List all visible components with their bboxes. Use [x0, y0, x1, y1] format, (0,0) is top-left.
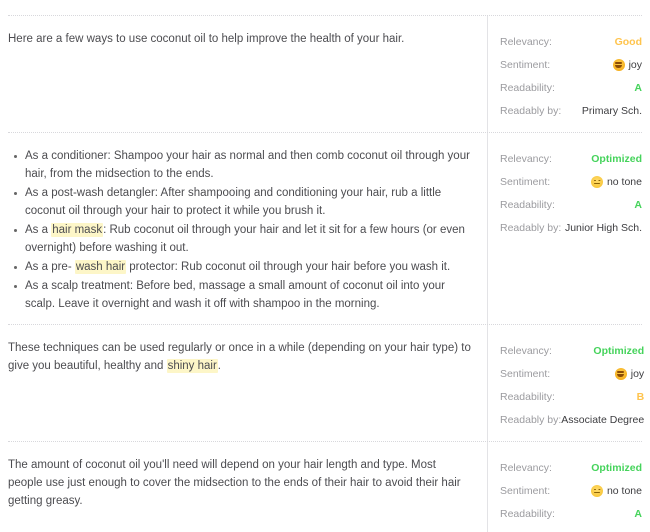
metric-row-relevancy: Relevancy: Optimized — [488, 456, 642, 479]
metric-row-sentiment: Sentiment: joy — [488, 53, 642, 76]
metrics-panel: Relevancy: Optimized Sentiment: no tone Read… — [487, 442, 650, 532]
list-item: As a hair mask: Rub coconut oil through … — [14, 221, 473, 257]
metric-label-readably-by: Readably by: — [500, 104, 562, 117]
metric-label-readability: Readability: — [500, 507, 555, 520]
metric-value-text-sentiment: joy — [628, 58, 642, 71]
analysis-block: The amount of coconut oil you'll need wi… — [0, 442, 650, 532]
metrics-panel: Relevancy: Optimized Sentiment: joy Readabil… — [487, 325, 650, 441]
analysis-block: As a conditioner: Shampoo your hair as n… — [0, 133, 650, 324]
metric-label-relevancy: Relevancy: — [500, 152, 552, 165]
metric-row-readably-by: Readably by:Junior High Sch. — [488, 525, 642, 532]
metric-value-text-sentiment: joy — [630, 367, 645, 380]
metric-label-readability: Readability: — [500, 390, 555, 403]
neutral-face-icon — [590, 175, 603, 188]
metric-label-sentiment: Sentiment: — [500, 58, 551, 71]
list-item: As a scalp treatment: Before bed, massag… — [14, 277, 473, 313]
neutral-face-icon — [590, 484, 603, 497]
block-text-content[interactable]: The amount of coconut oil you'll need wi… — [0, 442, 487, 532]
content-analysis-panel: Here are a few ways to use coconut oil t… — [0, 0, 650, 532]
metric-value-relevancy: Optimized — [591, 152, 642, 165]
metric-value-readability: A — [634, 198, 642, 211]
analysis-block: These techniques can be used regularly o… — [0, 325, 650, 441]
analysis-block: Here are a few ways to use coconut oil t… — [0, 16, 650, 132]
block-text-content[interactable]: These techniques can be used regularly o… — [0, 325, 487, 431]
metric-label-readability: Readability: — [500, 81, 555, 94]
metric-value-sentiment: joy — [612, 58, 642, 71]
metric-value-readability: A — [634, 81, 642, 94]
metric-value-sentiment: joy — [614, 367, 645, 380]
metric-row-readably-by: Readably by: Primary Sch. — [488, 99, 642, 122]
metric-label-relevancy: Relevancy: — [500, 344, 552, 357]
list-item: As a conditioner: Shampoo your hair as n… — [14, 147, 473, 183]
highlighted-phrase[interactable]: hair mask — [51, 223, 104, 237]
metric-value-sentiment: no tone — [590, 484, 642, 497]
metric-label-sentiment: Sentiment: — [500, 175, 551, 188]
joy-face-icon — [614, 367, 627, 380]
metric-row-relevancy: Relevancy: Good — [488, 30, 642, 53]
metric-row-sentiment: Sentiment: joy — [488, 362, 644, 385]
metric-row-readability: Readability: A — [488, 193, 642, 216]
metrics-panel: Relevancy: Optimized Sentiment: no tone Read… — [487, 133, 650, 324]
metric-row-readably-by: Readably by:Junior High Sch. — [488, 216, 642, 239]
paragraph-text: These techniques can be used regularly o… — [8, 342, 471, 373]
block-text-content[interactable]: As a conditioner: Shampoo your hair as n… — [0, 133, 487, 324]
metric-value-relevancy: Good — [614, 35, 642, 48]
paragraph-text: The amount of coconut oil you'll need wi… — [8, 459, 461, 507]
metric-row-sentiment: Sentiment: no tone — [488, 170, 642, 193]
metric-label-sentiment: Sentiment: — [500, 484, 551, 497]
metric-value-readability: B — [636, 390, 645, 403]
metric-row-relevancy: Relevancy: Optimized — [488, 339, 644, 362]
metric-label-sentiment: Sentiment: — [500, 367, 551, 380]
metric-value-relevancy: Optimized — [593, 344, 645, 357]
metric-label-relevancy: Relevancy: — [500, 461, 552, 474]
list-item: As a post-wash detangler: After shampooi… — [14, 184, 473, 220]
metric-label-readably-by: Readably by: — [500, 413, 562, 426]
analysis-blocks: Here are a few ways to use coconut oil t… — [0, 16, 650, 532]
metric-value-readability: A — [634, 507, 642, 520]
highlighted-phrase[interactable]: wash hair — [74, 260, 127, 274]
metric-label-relevancy: Relevancy: — [500, 35, 552, 48]
highlighted-phrase[interactable]: shiny hair — [166, 359, 218, 373]
bullet-list: As a conditioner: Shampoo your hair as n… — [8, 147, 473, 313]
paragraph-text: Here are a few ways to use coconut oil t… — [8, 33, 405, 45]
metric-value-text-sentiment: no tone — [606, 175, 642, 188]
metric-value-relevancy: Optimized — [591, 461, 642, 474]
metrics-panel: Relevancy: Good Sentiment: joy Readability: A… — [487, 16, 650, 132]
metric-row-relevancy: Relevancy: Optimized — [488, 147, 642, 170]
metric-label-readability: Readability: — [500, 198, 555, 211]
top-spacer — [0, 0, 650, 15]
metric-label-readably-by: Readably by: — [500, 221, 562, 234]
metric-value-readably-by: Associate Degree — [561, 413, 645, 426]
metric-value-text-sentiment: no tone — [606, 484, 642, 497]
joy-face-icon — [612, 58, 625, 71]
metric-row-readably-by: Readably by: Associate Degree — [488, 408, 644, 431]
metric-value-readably-by: Junior High Sch. — [564, 221, 642, 234]
metric-row-readability: Readability: A — [488, 76, 642, 99]
metric-row-sentiment: Sentiment: no tone — [488, 479, 642, 502]
metric-value-readably-by: Primary Sch. — [581, 104, 642, 117]
metric-value-sentiment: no tone — [590, 175, 642, 188]
metric-row-readability: Readability: A — [488, 502, 642, 525]
block-text-content[interactable]: Here are a few ways to use coconut oil t… — [0, 16, 487, 120]
metric-row-readability: Readability: B — [488, 385, 644, 408]
list-item: As a pre- wash hair protector: Rub cocon… — [14, 258, 473, 276]
